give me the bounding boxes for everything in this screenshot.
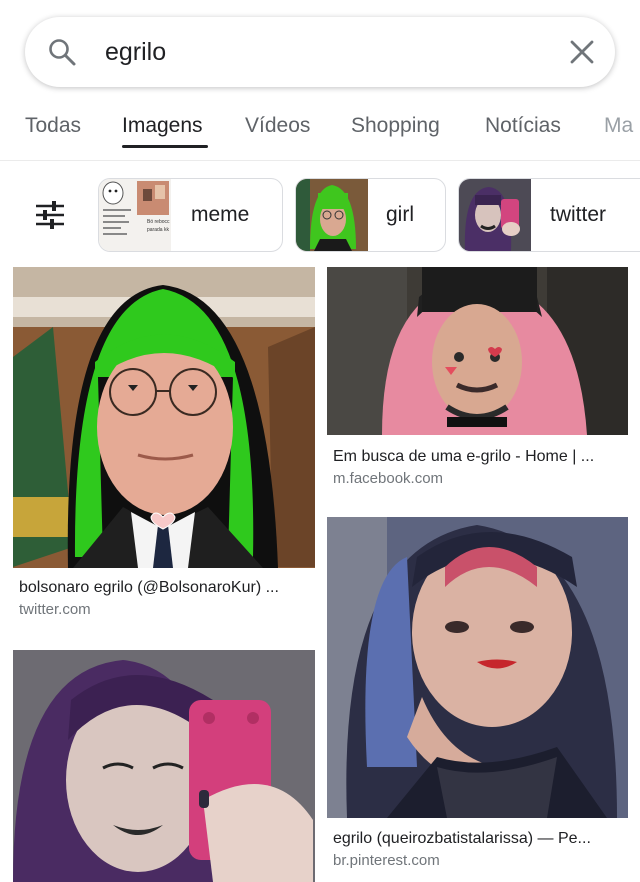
result-image-bolsonaro[interactable]: [13, 267, 315, 568]
tab-noticias[interactable]: Notícias: [485, 112, 561, 140]
tab-maps[interactable]: Ma: [604, 112, 633, 140]
result-photo: [327, 267, 628, 435]
chip-thumbnail: [296, 179, 368, 251]
search-bar[interactable]: egrilo: [25, 17, 615, 87]
meme-thumb-text: parada kk: [147, 227, 169, 233]
result-photo: [327, 517, 628, 818]
chip-thumbnail: [459, 179, 531, 251]
active-tab-indicator: [122, 145, 208, 148]
result-image-facebook[interactable]: [327, 267, 628, 435]
search-input[interactable]: egrilo: [105, 37, 166, 67]
chip-meme[interactable]: Bó rebocc parada kk meme: [98, 178, 283, 252]
tab-imagens[interactable]: Imagens: [122, 112, 203, 140]
tune-icon[interactable]: [35, 200, 65, 230]
chip-label: girl: [386, 203, 415, 226]
result-source: br.pinterest.com: [333, 852, 440, 869]
chip-thumbnail: Bó rebocc parada kk: [99, 179, 171, 251]
result-photo: [13, 267, 315, 568]
chip-label: meme: [191, 203, 250, 226]
result-title[interactable]: egrilo (queirozbatistalarissa) — Pe...: [333, 828, 623, 850]
result-title[interactable]: bolsonaro egrilo (@BolsonaroKur) ...: [19, 577, 314, 599]
chip-label: twitter: [550, 203, 607, 226]
chip-twitter[interactable]: twitter: [458, 178, 640, 252]
meme-thumb-text: Bó rebocc: [147, 219, 170, 225]
divider: [0, 160, 640, 161]
tab-todas[interactable]: Todas: [25, 112, 81, 140]
result-source: m.facebook.com: [333, 470, 444, 487]
result-source: twitter.com: [19, 601, 91, 618]
search-tabs: Todas Imagens Vídeos Shopping Notícias M…: [0, 96, 640, 156]
result-image-pinterest[interactable]: [327, 517, 628, 818]
chip-girl[interactable]: girl: [295, 178, 446, 252]
close-icon[interactable]: [569, 39, 595, 65]
tab-shopping[interactable]: Shopping: [351, 112, 440, 140]
search-icon[interactable]: [47, 37, 77, 67]
result-image-girl-phone[interactable]: [13, 650, 315, 882]
result-title[interactable]: Em busca de uma e-grilo - Home | ...: [333, 446, 623, 468]
result-photo: [13, 650, 315, 882]
tab-videos[interactable]: Vídeos: [245, 112, 310, 140]
